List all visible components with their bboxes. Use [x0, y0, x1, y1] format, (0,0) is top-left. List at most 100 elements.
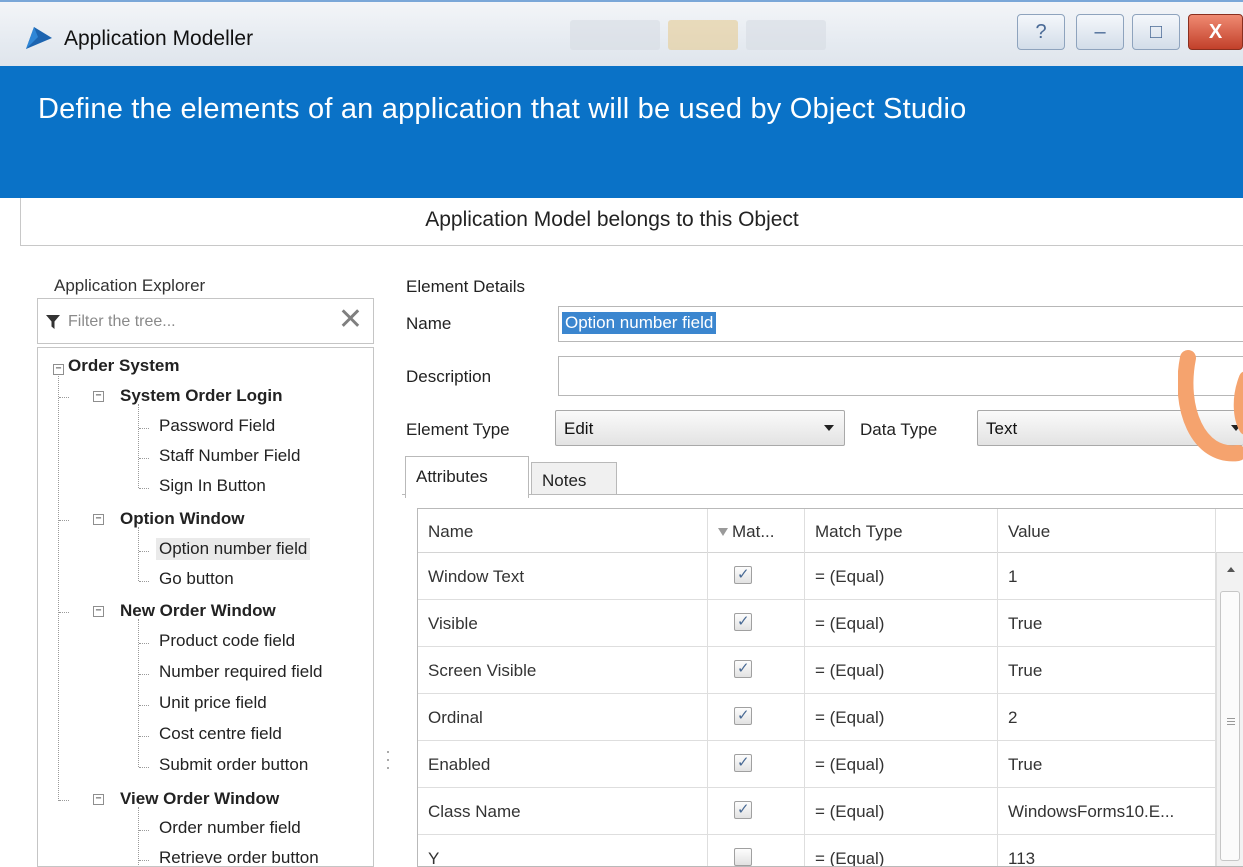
tree-group-node[interactable]: View Order Window: [120, 789, 279, 809]
tree-connector: [139, 767, 149, 768]
match-checkbox[interactable]: ✓: [734, 754, 752, 772]
scrollbar-thumb[interactable]: [1220, 591, 1240, 861]
element-type-select[interactable]: Edit: [555, 410, 845, 446]
match-checkbox[interactable]: [734, 848, 752, 866]
application-tree[interactable]: − Order System − System Order Login Pass…: [37, 347, 374, 867]
cell-name[interactable]: Ordinal: [418, 694, 708, 741]
match-checkbox[interactable]: ✓: [734, 660, 752, 678]
maximize-button[interactable]: □: [1132, 14, 1180, 50]
cell-value[interactable]: 2: [998, 694, 1216, 741]
title-bar: Application Modeller ? – □ X: [0, 0, 1243, 66]
collapse-toggle-icon[interactable]: −: [93, 391, 104, 402]
tree-leaf-node[interactable]: Sign In Button: [159, 476, 266, 496]
cell-name[interactable]: Enabled: [418, 741, 708, 788]
description-input[interactable]: [558, 356, 1243, 396]
table-row[interactable]: Ordinal ✓ = (Equal) 2: [418, 694, 1216, 741]
tree-leaf-node[interactable]: Number required field: [159, 662, 322, 682]
tab-attributes[interactable]: Attributes: [405, 456, 529, 498]
table-row[interactable]: Class Name ✓ = (Equal) WindowsForms10.E...: [418, 788, 1216, 835]
collapse-toggle-icon[interactable]: −: [93, 794, 104, 805]
match-checkbox[interactable]: ✓: [734, 566, 752, 584]
grid-scrollbar[interactable]: [1216, 553, 1243, 866]
cell-match-type[interactable]: = (Equal): [805, 647, 998, 694]
cell-value[interactable]: 1: [998, 553, 1216, 600]
tree-leaf-node[interactable]: Product code field: [159, 631, 295, 651]
tree-leaf-node[interactable]: Order number field: [159, 818, 301, 838]
column-header-match-type[interactable]: Match Type: [805, 509, 998, 553]
tree-leaf-node[interactable]: Password Field: [159, 416, 275, 436]
cell-match-type[interactable]: = (Equal): [805, 788, 998, 835]
close-button[interactable]: X: [1188, 14, 1243, 50]
cell-name[interactable]: Screen Visible: [418, 647, 708, 694]
cell-name[interactable]: Visible: [418, 600, 708, 647]
table-row[interactable]: Enabled ✓ = (Equal) True: [418, 741, 1216, 788]
header-banner: Define the elements of an application th…: [0, 66, 1243, 198]
collapse-toggle-icon[interactable]: −: [93, 606, 104, 617]
explorer-label: Application Explorer: [54, 276, 206, 295]
tab-notes[interactable]: Notes: [531, 462, 617, 494]
filter-icon[interactable]: [718, 528, 728, 536]
match-checkbox[interactable]: ✓: [734, 707, 752, 725]
tree-connector: [139, 488, 149, 489]
tree-leaf-node[interactable]: Unit price field: [159, 693, 267, 713]
table-row[interactable]: Screen Visible ✓ = (Equal) True: [418, 647, 1216, 694]
collapse-toggle-icon[interactable]: −: [93, 514, 104, 525]
column-header-value[interactable]: Value: [998, 509, 1216, 553]
column-header-name[interactable]: Name: [418, 509, 708, 553]
cell-value[interactable]: True: [998, 600, 1216, 647]
collapse-toggle-icon[interactable]: −: [53, 364, 64, 375]
tree-group-node[interactable]: System Order Login: [120, 386, 282, 406]
cell-match-type[interactable]: = (Equal): [805, 741, 998, 788]
filter-placeholder: Filter the tree...: [68, 313, 176, 330]
match-checkbox[interactable]: ✓: [734, 801, 752, 819]
maximize-icon: □: [1149, 20, 1163, 43]
name-input[interactable]: Option number field: [558, 306, 1243, 342]
tree-leaf-node-selected[interactable]: Option number field: [156, 538, 311, 560]
tree-leaf-node[interactable]: Staff Number Field: [159, 446, 300, 466]
tree-connector: [139, 860, 149, 861]
data-type-value: Text: [986, 419, 1018, 438]
cell-match-type[interactable]: = (Equal): [805, 694, 998, 741]
table-row[interactable]: Y = (Equal) 113: [418, 835, 1216, 866]
table-row[interactable]: Window Text ✓ = (Equal) 1: [418, 553, 1216, 600]
help-button[interactable]: ?: [1017, 14, 1065, 50]
object-bar: Application Model belongs to this Object: [20, 198, 1243, 246]
cell-value[interactable]: 113: [998, 835, 1216, 866]
help-icon: ?: [1035, 20, 1047, 43]
tree-group-node[interactable]: New Order Window: [120, 601, 276, 621]
background-blur: [746, 20, 826, 50]
tree-connector: [138, 404, 139, 488]
match-checkbox[interactable]: ✓: [734, 613, 752, 631]
tree-connector: [139, 458, 149, 459]
attributes-grid[interactable]: Name Mat... Match Type Value Window Text…: [417, 508, 1243, 867]
filter-input[interactable]: Filter the tree... ✕: [37, 298, 374, 344]
cell-match-type[interactable]: = (Equal): [805, 553, 998, 600]
tree-root-node[interactable]: Order System: [68, 356, 180, 376]
cell-name[interactable]: Window Text: [418, 553, 708, 600]
cell-value[interactable]: True: [998, 647, 1216, 694]
cell-name[interactable]: Y: [418, 835, 708, 866]
clear-filter-icon[interactable]: ✕: [338, 305, 363, 335]
scroll-up-icon[interactable]: [1227, 567, 1235, 572]
minimize-button[interactable]: –: [1076, 14, 1124, 50]
tree-connector: [139, 736, 149, 737]
pane-splitter-grip[interactable]: [386, 745, 390, 785]
cell-name[interactable]: Class Name: [418, 788, 708, 835]
checkmark-icon: ✓: [737, 754, 750, 771]
table-row[interactable]: Visible ✓ = (Equal) True: [418, 600, 1216, 647]
cell-value[interactable]: WindowsForms10.E...: [998, 788, 1216, 835]
column-header-match[interactable]: Mat...: [708, 509, 805, 553]
checkmark-icon: ✓: [737, 707, 750, 724]
grid-header: Name Mat... Match Type Value: [418, 509, 1243, 553]
tree-group-node[interactable]: Option Window: [120, 509, 244, 529]
cell-match-type[interactable]: = (Equal): [805, 835, 998, 866]
tree-connector: [138, 807, 139, 866]
tree-leaf-node[interactable]: Submit order button: [159, 755, 308, 775]
cell-match-type[interactable]: = (Equal): [805, 600, 998, 647]
tree-connector: [59, 612, 69, 613]
background-blur: [668, 20, 738, 50]
cell-value[interactable]: True: [998, 741, 1216, 788]
tree-leaf-node[interactable]: Go button: [159, 569, 234, 589]
tree-leaf-node[interactable]: Retrieve order button: [159, 848, 319, 866]
tree-leaf-node[interactable]: Cost centre field: [159, 724, 282, 744]
